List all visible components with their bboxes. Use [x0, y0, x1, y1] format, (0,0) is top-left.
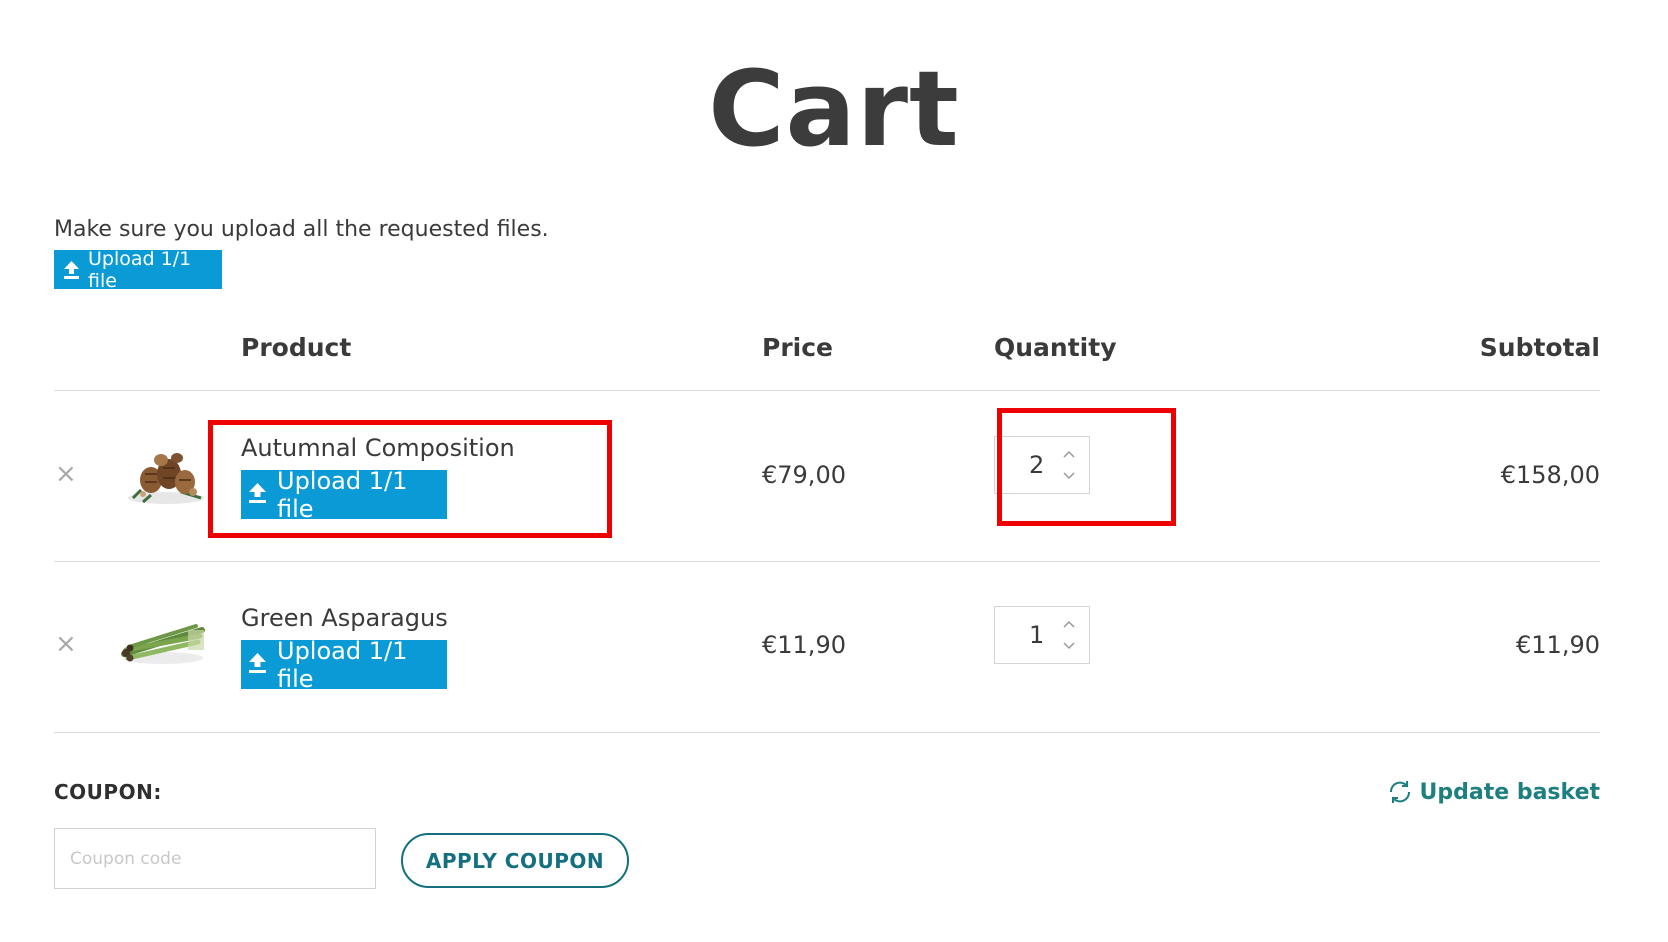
quantity-stepper[interactable]: 1 — [994, 606, 1090, 664]
quantity-value[interactable]: 1 — [1029, 621, 1044, 649]
column-header-subtotal: Subtotal — [1479, 333, 1600, 362]
highlight-box-quantity — [997, 408, 1176, 526]
table-divider — [54, 561, 1600, 562]
upload-file-button[interactable]: Upload 1/1 file — [241, 637, 447, 693]
apply-coupon-button[interactable]: APPLY COUPON — [401, 833, 629, 888]
update-basket-button[interactable]: Update basket — [1386, 778, 1600, 806]
page-title: Cart — [708, 48, 960, 170]
table-divider — [54, 732, 1600, 733]
upload-button-label: Upload 1/1 file — [277, 636, 408, 693]
refresh-icon — [1389, 781, 1410, 803]
upload-icon — [249, 653, 266, 673]
upload-notice-text: Make sure you upload all the requested f… — [54, 217, 549, 242]
remove-item-button[interactable]: × — [55, 459, 77, 489]
chevron-down-icon[interactable] — [1061, 639, 1077, 653]
chevron-up-icon[interactable] — [1061, 617, 1077, 631]
item-subtotal: €158,00 — [1500, 461, 1600, 489]
table-divider — [54, 390, 1600, 391]
coupon-code-input[interactable] — [54, 828, 376, 889]
upload-button-label: Upload 1/1 file — [88, 247, 192, 292]
asparagus-bundle-image — [121, 624, 205, 664]
column-header-quantity: Quantity — [994, 333, 1117, 362]
highlight-box-product — [208, 420, 612, 538]
product-name[interactable]: Green Asparagus — [241, 604, 448, 632]
coupon-label: COUPON: — [54, 780, 162, 804]
update-basket-label: Update basket — [1419, 779, 1600, 805]
column-header-price: Price — [762, 333, 833, 362]
item-price: €11,90 — [762, 631, 846, 659]
upload-file-button-global[interactable]: Upload 1/1 file — [54, 247, 222, 292]
column-header-product: Product — [241, 333, 352, 362]
upload-icon — [64, 261, 79, 279]
item-subtotal: €11,90 — [1516, 631, 1600, 659]
remove-item-button[interactable]: × — [55, 629, 77, 659]
pinecone-arrangement-image — [128, 453, 204, 504]
item-price: €79,00 — [762, 461, 846, 489]
